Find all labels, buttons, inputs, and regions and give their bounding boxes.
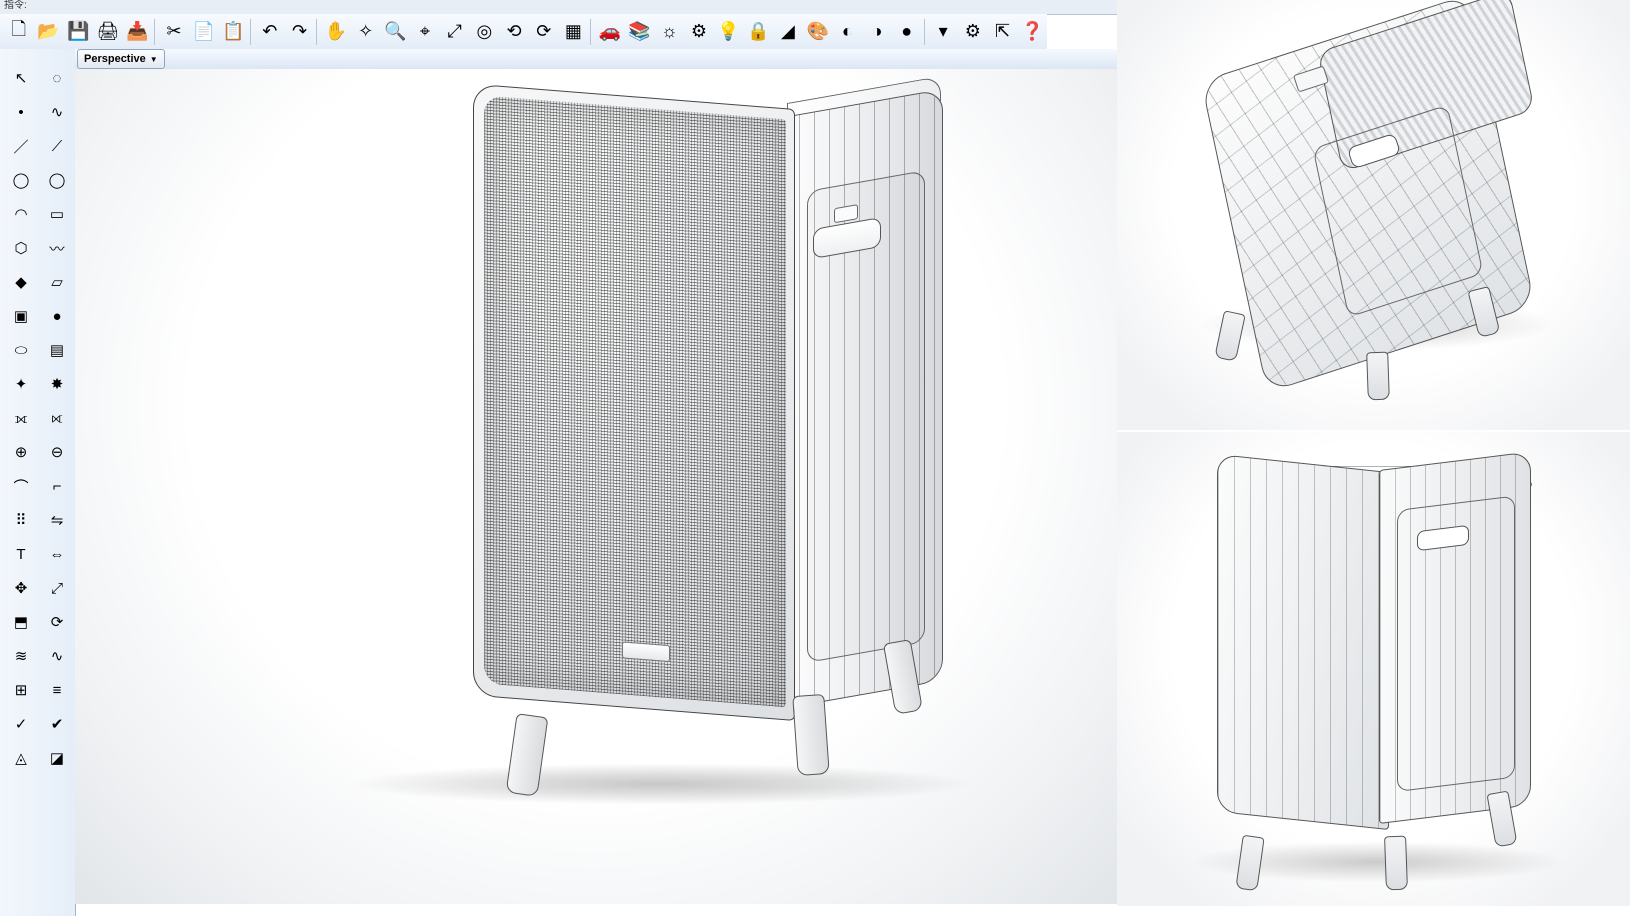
explode-icon[interactable]: ✸	[42, 369, 72, 399]
render-shaded-icon[interactable]: ◢	[773, 16, 803, 48]
import-icon[interactable]: 📥	[123, 16, 153, 48]
text-icon[interactable]: T	[6, 539, 36, 569]
array-icon[interactable]: ⠿	[6, 505, 36, 535]
polygon-icon[interactable]: ⬡	[6, 233, 36, 263]
light-icon[interactable]: 💡	[714, 16, 744, 48]
curve-icon[interactable]: 〰	[42, 233, 72, 263]
viewport-tab-perspective[interactable]: Perspective ▼	[77, 49, 165, 69]
circle-icon[interactable]: ◯	[6, 165, 36, 195]
model-front-mesh	[484, 96, 786, 708]
sweep-icon[interactable]: ∿	[42, 641, 72, 671]
render-xray-icon[interactable]: ◑	[862, 16, 892, 48]
scale-icon[interactable]: ⤢	[42, 573, 72, 603]
model-leg	[1384, 836, 1408, 891]
model-rear-face	[1217, 454, 1389, 830]
surface-sweep-icon[interactable]: ▱	[42, 267, 72, 297]
move-icon[interactable]: ✥	[6, 573, 36, 603]
copy-icon[interactable]: 📄	[189, 16, 219, 48]
redo-view-icon[interactable]: ⟳	[529, 16, 559, 48]
four-view-icon[interactable]: ▦	[559, 16, 589, 48]
help-icon[interactable]: ❓	[1017, 16, 1047, 48]
toolbar-separator	[316, 19, 319, 45]
points-curve-icon[interactable]: ∿	[42, 97, 72, 127]
redo-icon[interactable]: ↷	[285, 16, 315, 48]
arc-icon[interactable]: ◠	[6, 199, 36, 229]
cut-icon[interactable]: ✂	[159, 16, 189, 48]
save-file-icon[interactable]: 💾	[63, 16, 93, 48]
check-icon[interactable]: ✔	[42, 709, 72, 739]
reference-column	[1117, 0, 1630, 904]
print-icon[interactable]: 🖨	[93, 16, 123, 48]
pan-icon[interactable]: ✋	[321, 16, 351, 48]
zoom-dynamic-icon[interactable]: 🔍	[380, 16, 410, 48]
undo-icon[interactable]: ↶	[255, 16, 285, 48]
title-text: 指令:	[4, 0, 27, 11]
undo-view-icon[interactable]: ⟲	[499, 16, 529, 48]
lasso-sel-icon[interactable]: ◌	[42, 63, 72, 93]
loft-icon[interactable]: ≋	[6, 641, 36, 671]
extend-icon[interactable]: ⟖	[42, 403, 72, 433]
shell-icon[interactable]: ◪	[42, 743, 72, 773]
sun-icon[interactable]: ☼	[654, 16, 684, 48]
model-leg	[1366, 352, 1390, 401]
sphere-icon[interactable]: ●	[42, 301, 72, 331]
paste-icon[interactable]: 📋	[219, 16, 249, 48]
cylinder-icon[interactable]: ⬭	[6, 335, 36, 365]
box-icon[interactable]: ▣	[6, 301, 36, 331]
mirror-icon[interactable]: ⇋	[42, 505, 72, 535]
revolve-icon[interactable]: ⟳	[42, 607, 72, 637]
zoom-selected-icon[interactable]: ◎	[470, 16, 500, 48]
gear-icon[interactable]: ⚙	[958, 16, 988, 48]
toolbar-separator	[154, 19, 157, 45]
plane-icon[interactable]: ▤	[42, 335, 72, 365]
toolbar-separator	[250, 19, 253, 45]
puzzle-icon[interactable]: ✦	[6, 369, 36, 399]
flag-icon[interactable]: ▾	[928, 16, 958, 48]
boolean-union-icon[interactable]: ⊕	[6, 437, 36, 467]
align-icon[interactable]: ≡	[42, 675, 72, 705]
graph-icon[interactable]: ⇱	[988, 16, 1018, 48]
zoom-extents-icon[interactable]: ⤢	[440, 16, 470, 48]
render-solid-icon[interactable]: ●	[892, 16, 922, 48]
line-icon[interactable]: ／	[6, 131, 36, 161]
boolean-diff-icon[interactable]: ⊖	[42, 437, 72, 467]
dim-icon[interactable]: ⇔	[42, 539, 72, 569]
model-leg	[792, 694, 830, 776]
viewport-tab-label: Perspective	[84, 53, 146, 65]
pointer-icon[interactable]: ↖	[6, 63, 36, 93]
layers-icon[interactable]: 📚	[625, 16, 655, 48]
surface-patch-icon[interactable]: ◆	[6, 267, 36, 297]
toolbar-separator	[590, 19, 593, 45]
color-wheel-icon[interactable]: 🎨	[803, 16, 833, 48]
analyze-icon[interactable]: ✓	[6, 709, 36, 739]
mesh-icon[interactable]: ◬	[6, 743, 36, 773]
render-ghosted-icon[interactable]: ◐	[833, 16, 863, 48]
model-main-view	[415, 99, 935, 779]
options-icon[interactable]: ⚙	[684, 16, 714, 48]
circle3pt-icon[interactable]: ◯	[42, 165, 72, 195]
zoom-window-icon[interactable]: ⌖	[410, 16, 440, 48]
reference-view-top	[1117, 0, 1630, 432]
lock-icon[interactable]: 🔒	[743, 16, 773, 48]
toolbar-separator	[924, 19, 927, 45]
model-front-face	[473, 84, 795, 721]
grid-icon[interactable]: ⊞	[6, 675, 36, 705]
chevron-down-icon[interactable]: ▼	[150, 55, 158, 64]
fillet-icon[interactable]: ⌒	[6, 471, 36, 501]
polyline-icon[interactable]: ⟋	[42, 131, 72, 161]
tool-sidebar: ↖◌·•∿／⟋◯◯◠▭⬡〰◆▱▣●⬭▤✦✸⟗⟖⊕⊖⌒⌐⠿⇋T⇔✥⤢⬒⟳≋∿⊞≡✓…	[0, 49, 76, 916]
extrude-icon[interactable]: ⬒	[6, 607, 36, 637]
rectangle-icon[interactable]: ▭	[42, 199, 72, 229]
point-icon[interactable]: •	[6, 97, 36, 127]
viewport-perspective[interactable]	[75, 69, 1117, 904]
reference-view-rear	[1117, 432, 1630, 906]
car-icon[interactable]: 🚗	[595, 16, 625, 48]
open-file-icon[interactable]: 📂	[34, 16, 64, 48]
chamfer-icon[interactable]: ⌐	[42, 471, 72, 501]
rotate-view-icon[interactable]: ✧	[351, 16, 381, 48]
viewport-header: Perspective ▼	[75, 49, 1117, 70]
main-toolbar: 🗋📂💾🖨📥✂📄📋↶↷✋✧🔍⌖⤢◎⟲⟳▦🚗📚☼⚙💡🔒◢🎨◐◑●▾⚙⇱❓	[0, 14, 1047, 50]
new-file-icon[interactable]: 🗋	[4, 16, 34, 48]
trim-icon[interactable]: ⟗	[6, 403, 36, 433]
